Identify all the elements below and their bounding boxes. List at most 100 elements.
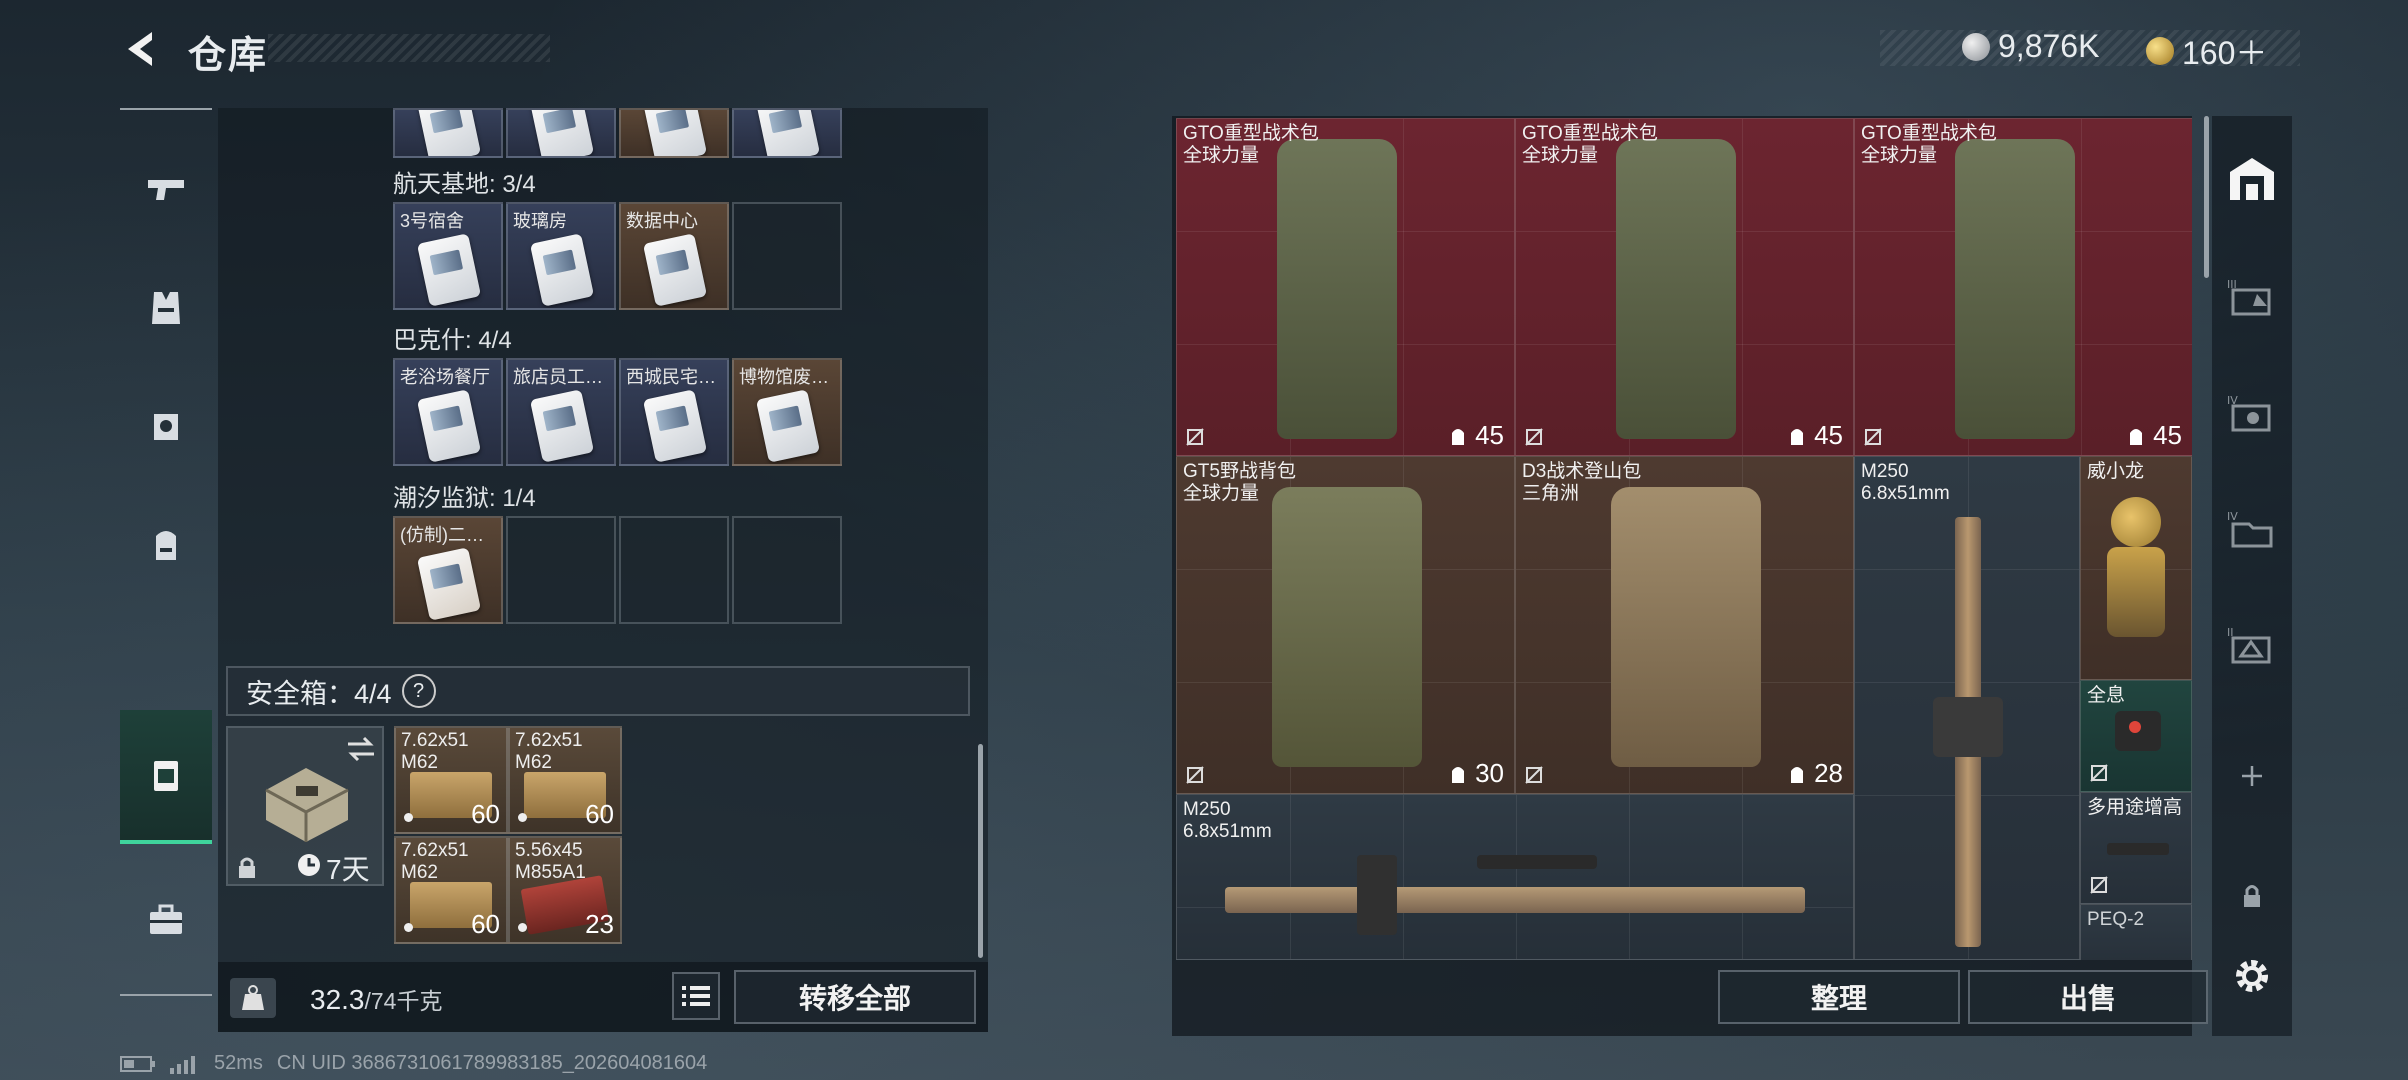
backpack-image [1616, 139, 1736, 439]
storage-tab-4b[interactable]: IV [2212, 488, 2292, 568]
ammo-name: 7.62x51 M62 [515, 730, 583, 773]
capacity: 28 [1786, 758, 1843, 789]
back-button[interactable] [118, 26, 164, 72]
keycard-slot[interactable]: (仿制)二… [393, 516, 503, 624]
currency-coins[interactable]: 9,876K [1962, 28, 2099, 65]
battery-icon [120, 1055, 155, 1072]
no-insure-icon [1525, 428, 1543, 446]
storage-tab-2[interactable]: II [2212, 604, 2292, 684]
scrollbar[interactable] [978, 744, 983, 958]
item-name: 老浴场餐厅 [400, 367, 490, 387]
inventory-item[interactable]: M250 6.8x51mm [1176, 794, 1854, 960]
capacity-icon [1791, 428, 1804, 445]
weight-readout: 32.3/74千克 [310, 982, 442, 1016]
item-name: 3号宿舍 [400, 211, 465, 231]
help-icon[interactable]: ? [401, 674, 436, 708]
sell-button[interactable]: 出售 [1968, 970, 2208, 1024]
ammo-item[interactable]: 7.62x51 M62 60 [508, 726, 622, 834]
nav-top-line [120, 108, 212, 114]
item-name: PEQ-2 [2087, 909, 2145, 930]
nav-safe-box[interactable] [120, 710, 212, 844]
lock-icon [2244, 885, 2260, 907]
list-view-button[interactable] [672, 972, 720, 1020]
keycard-icon [755, 110, 821, 156]
keycard-icon [529, 389, 595, 463]
inventory-item[interactable]: 全息 [2080, 680, 2192, 792]
keycard-slot[interactable] [619, 108, 729, 158]
transfer-all-button[interactable]: 转移全部 [734, 970, 976, 1024]
storage-tab-4a[interactable]: IV [2212, 372, 2292, 452]
currency-premium[interactable]: 160＋ [2146, 28, 2267, 74]
warehouse-tab[interactable] [2212, 138, 2292, 218]
inventory-item[interactable]: GTO重型战术包 全球力量 45 [1854, 118, 2192, 456]
keycard-slot[interactable]: 老浴场餐厅 [393, 358, 503, 466]
keycard-slot[interactable] [506, 108, 616, 158]
page-title: 仓库 [188, 35, 269, 77]
rifle-part [1933, 697, 2003, 757]
keycard-slot[interactable]: 博物馆废… [732, 358, 842, 466]
no-insure-icon [1525, 766, 1543, 784]
plus-icon [2242, 766, 2262, 786]
rifle-scope [1477, 855, 1597, 869]
inventory-item[interactable]: GTO重型战术包 全球力量 45 [1515, 118, 1854, 456]
keycard-slot[interactable]: 玻璃房 [506, 202, 616, 310]
keycard-icon [642, 110, 708, 156]
ammo-item[interactable]: 7.62x51 M62 60 [394, 726, 508, 834]
inventory-scrollbar[interactable] [2204, 116, 2209, 278]
add-storage-button[interactable] [2212, 736, 2292, 816]
keycard-slot[interactable]: 3号宿舍 [393, 202, 503, 310]
ammo-item[interactable]: 5.56x45 M855A1 23 [508, 836, 622, 944]
storage-icon: II [2227, 626, 2271, 664]
item-name: (仿制)二… [400, 525, 484, 545]
inventory-item[interactable]: PEQ-2 [2080, 904, 2192, 960]
capacity: 30 [1447, 758, 1504, 789]
nav-weapons[interactable] [120, 144, 212, 236]
nav-backpack[interactable] [120, 498, 212, 590]
keycard-slot[interactable]: 旅店员工… [506, 358, 616, 466]
rifle-image [1225, 887, 1805, 913]
back-arrow-icon [128, 32, 152, 66]
storage-icon: IV [2227, 394, 2271, 432]
coin-amount: 9,876K [1998, 28, 2100, 64]
item-name: 数据中心 [626, 211, 698, 231]
storage-tab-3[interactable]: III [2212, 256, 2292, 336]
rarity-dot [518, 923, 527, 932]
toolbox-icon [150, 904, 182, 934]
nav-helmet[interactable] [120, 380, 212, 472]
gun-icon [148, 180, 184, 200]
ping: 52ms [214, 1052, 263, 1074]
section-label-aerospace: 航天基地: 3/4 [393, 171, 536, 198]
list-icon [682, 986, 710, 1006]
empty-slot[interactable] [506, 516, 616, 624]
empty-slot[interactable] [619, 516, 729, 624]
inventory-item[interactable]: GT5野战背包 全球力量 30 [1176, 456, 1515, 794]
clock-icon [298, 854, 320, 876]
inventory-item[interactable]: 威小龙 [2080, 456, 2192, 680]
empty-slot[interactable] [732, 202, 842, 310]
organize-button[interactable]: 整理 [1718, 970, 1960, 1024]
inventory-item[interactable]: D3战术登山包 三角洲 28 [1515, 456, 1854, 794]
ammo-name: 7.62x51 M62 [401, 840, 469, 883]
figure-body [2107, 547, 2165, 637]
swap-icon[interactable] [346, 736, 376, 762]
keycard-icon [642, 233, 708, 307]
nav-armor[interactable] [120, 262, 212, 354]
lock-icon [239, 857, 255, 878]
keycard-icon [416, 389, 482, 463]
locked-slot [2212, 856, 2292, 936]
ammo-item[interactable]: 7.62x51 M62 60 [394, 836, 508, 944]
item-name: 玻璃房 [513, 211, 567, 231]
keycard-slot[interactable] [732, 108, 842, 158]
inventory-item[interactable]: 多用途增高 [2080, 792, 2192, 904]
safe-box-item[interactable]: 7天 [226, 726, 384, 886]
keycard-slot[interactable]: 西城民宅… [619, 358, 729, 466]
keycard-slot[interactable] [393, 108, 503, 158]
inventory-item[interactable]: GTO重型战术包 全球力量 45 [1176, 118, 1515, 456]
keycard-icon [755, 389, 821, 463]
item-name: 多用途增高 [2087, 797, 2183, 818]
empty-slot[interactable] [732, 516, 842, 624]
settings-button[interactable] [2212, 936, 2292, 1016]
nav-toolbox[interactable] [120, 874, 212, 966]
inventory-item[interactable]: M250 6.8x51mm [1854, 456, 2080, 960]
keycard-slot[interactable]: 数据中心 [619, 202, 729, 310]
